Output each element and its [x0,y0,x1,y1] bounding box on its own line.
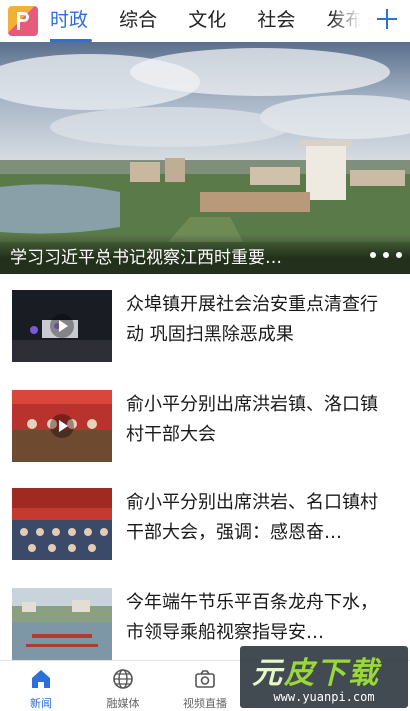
news-headline[interactable]: 俞小平分别出席洪岩、名口镇村干部大会，强调：感恩奋… [126,488,394,548]
channel-tabs: 时政 综合 文化 社会 发布 [50,0,370,42]
news-item[interactable]: 俞小平分别出席洪岩镇、洛口镇村干部大会 [0,390,410,490]
logo-p-icon [17,12,29,30]
carousel-dot[interactable] [370,252,376,258]
nav-media[interactable]: 融媒体 [82,661,164,711]
home-icon [32,670,50,688]
plus-icon[interactable] [374,6,400,32]
app-logo[interactable] [8,6,38,36]
banner-title[interactable]: 学习习近平总书记视察江西时重要… [10,243,282,268]
watermark-logo: 元皮下载 [252,656,380,691]
news-item[interactable]: 众埠镇开展社会治安重点清查行动 巩固扫黑除恶成果 [0,290,410,390]
site-watermark: 元皮下载 www.yuanpi.com [240,646,408,708]
news-thumbnail [12,290,112,362]
news-thumbnail [12,488,112,560]
globe-icon [113,669,133,689]
carousel-dots [363,243,402,262]
tab-culture[interactable]: 文化 [188,0,226,42]
banner-caption: 学习习近平总书记视察江西时重要… [0,234,410,274]
nav-live-video[interactable]: 视频直播 [164,661,246,711]
carousel-dot[interactable] [396,252,402,258]
watermark-url: www.yuanpi.com [273,690,375,704]
tab-fade [330,0,374,42]
hero-banner[interactable]: 学习习近平总书记视察江西时重要… [0,42,410,274]
nav-label: 融媒体 [106,697,140,710]
tab-general[interactable]: 综合 [119,0,157,42]
tab-society[interactable]: 社会 [257,0,295,42]
news-headline[interactable]: 众埠镇开展社会治安重点清查行动 巩固扫黑除恶成果 [126,290,394,350]
news-headline[interactable]: 今年端午节乐平百条龙舟下水，市领导乘船视察指导安… [126,588,394,648]
nav-label: 新闻 [30,697,52,710]
play-icon [50,314,74,338]
news-thumbnail [12,588,112,660]
nav-label: 视频直播 [183,697,227,710]
carousel-dot[interactable] [383,252,389,258]
play-icon [50,414,74,438]
channel-bar: 时政 综合 文化 社会 发布 [0,0,410,42]
camera-icon [195,670,215,688]
news-item[interactable]: 俞小平分别出席洪岩、名口镇村干部大会，强调：感恩奋… [0,488,410,588]
nav-news[interactable]: 新闻 [0,661,82,711]
news-headline[interactable]: 俞小平分别出席洪岩镇、洛口镇村干部大会 [126,390,394,450]
news-thumbnail [12,390,112,462]
tab-politics[interactable]: 时政 [50,0,93,42]
